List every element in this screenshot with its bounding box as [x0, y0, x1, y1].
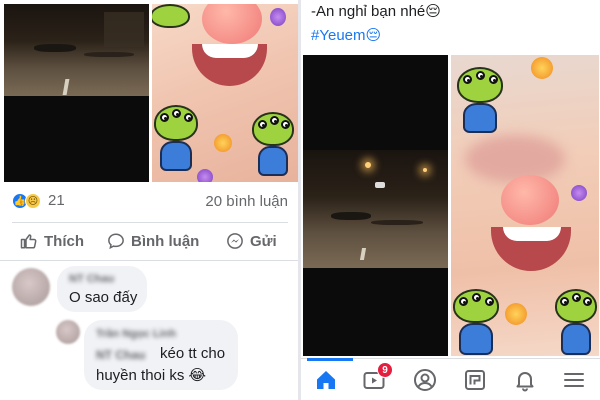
replier-avatar[interactable] [56, 320, 80, 344]
post-actions-bar: Thích Bình luận Gửi [0, 228, 298, 256]
alien-sticker [451, 61, 511, 141]
alien-sticker [248, 104, 298, 179]
home-icon[interactable] [314, 368, 338, 392]
notifications-icon[interactable] [513, 368, 537, 392]
blurred-eyes [465, 135, 565, 183]
alien-sticker [152, 4, 196, 34]
bottom-navigation-bar [301, 358, 600, 400]
reaction-count: 21 [48, 192, 65, 209]
selfie-photo[interactable] [451, 55, 599, 356]
send-button[interactable]: Gửi [226, 232, 277, 250]
comment-icon [108, 233, 124, 250]
comment-text: O sao đấy [69, 289, 138, 306]
commenter-avatar[interactable] [12, 268, 50, 306]
pages-icon[interactable] [463, 368, 487, 392]
left-post-screenshot: 👍 ☹ 21 20 bình luận Thích Bình luận Gửi … [0, 0, 298, 400]
profile-icon[interactable] [413, 368, 437, 392]
street-light [423, 168, 427, 172]
like-button[interactable]: Thích [20, 232, 84, 250]
sticker-ball [214, 134, 232, 152]
dark-photo-area [4, 96, 149, 182]
comment-button-label: Bình luận [131, 232, 200, 250]
sticker-ball [197, 169, 213, 182]
messenger-icon [227, 233, 243, 249]
active-tab-indicator [307, 358, 353, 361]
accident-photo[interactable] [303, 150, 448, 268]
post-hashtag[interactable]: #Yeuem😔 [311, 26, 381, 44]
reply-bubble: Trần Ngọc Linh NT Chau kéo tt cho huyền … [84, 320, 238, 390]
send-button-label: Gửi [250, 232, 277, 250]
replier-name[interactable]: Trần Ngọc Linh [96, 328, 176, 340]
divider [0, 260, 298, 261]
mention-tag[interactable]: NT Chau [96, 348, 145, 362]
street-light [365, 162, 371, 168]
sticker-ball [531, 57, 553, 79]
sticker-ball [505, 303, 527, 325]
alien-sticker [551, 283, 599, 356]
reply-text-line1: kéo tt cho [160, 345, 226, 362]
reaction-summary[interactable]: 👍 ☹ 21 [12, 192, 65, 209]
sad-reaction-icon: ☹ [25, 192, 41, 209]
comment-bubble: NT Chau O sao đấy [57, 266, 147, 312]
like-button-label: Thích [44, 232, 84, 250]
sticker-ball [270, 8, 286, 26]
thumbs-up-icon [20, 234, 37, 249]
alien-sticker [152, 99, 208, 179]
dark-photo-area [303, 268, 448, 356]
reply-text-line2: huyền thoi ks 😂 [96, 367, 207, 384]
alien-sticker [451, 283, 507, 356]
post-caption: -An nghỉ bạn nhé😔 [311, 3, 441, 20]
commenter-name[interactable]: NT Chau [69, 273, 114, 285]
divider [12, 222, 288, 223]
comment-button[interactable]: Bình luận [107, 232, 199, 250]
comment-count[interactable]: 20 bình luận [205, 193, 288, 210]
dark-photo-area [303, 55, 448, 150]
accident-photo[interactable] [4, 4, 149, 96]
menu-icon[interactable] [562, 368, 586, 392]
sticker-ball [571, 185, 587, 201]
watch-notification-badge: 9 [377, 362, 393, 378]
selfie-photo[interactable] [152, 4, 298, 182]
right-post-screenshot: -An nghỉ bạn nhé😔 #Yeuem😔 [301, 0, 600, 400]
